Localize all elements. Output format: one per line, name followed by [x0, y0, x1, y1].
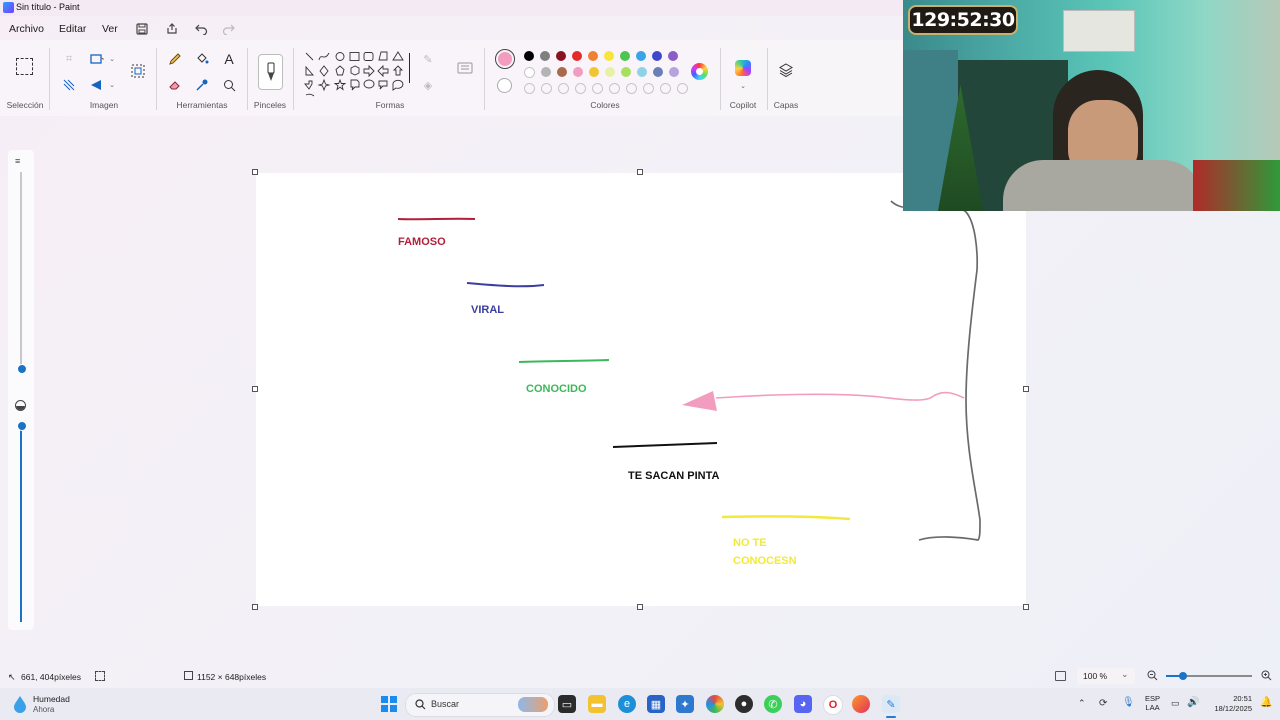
arrow-head: [682, 391, 717, 411]
canvas-size: 1152 × 648píxeles: [197, 672, 267, 682]
zoom-slider[interactable]: [1166, 672, 1252, 680]
label-unknown-line2: CONOCESN: [733, 555, 797, 567]
air-conditioner-shape: [1063, 10, 1135, 52]
known-stroke: [518, 359, 610, 363]
zoom-chevron-down-icon: ⌄: [1121, 669, 1129, 679]
volume-icon[interactable]: 🔊: [1187, 697, 1199, 708]
zoom-in-icon[interactable]: [1261, 670, 1272, 684]
stream-timer-value: 129:52:30: [911, 9, 1015, 31]
zoom-out-icon[interactable]: [1147, 670, 1158, 684]
label-known: CONOCIDO: [526, 383, 587, 395]
weather-title[interactable]: Humedad: [33, 694, 70, 704]
selection-size-icon: [95, 671, 105, 681]
file-explorer-icon[interactable]: ▬: [588, 695, 606, 713]
cursor-position: 661, 404píxeles: [21, 672, 82, 682]
fit-to-window-icon[interactable]: [1055, 671, 1066, 681]
start-windows-icon[interactable]: [381, 696, 397, 712]
cursor-pointer-icon: ↖: [8, 672, 16, 682]
zoom-value: 100 %: [1083, 671, 1108, 681]
language-bottom: LAA: [1145, 703, 1160, 712]
stream-timer: 129:52:30: [908, 5, 1018, 35]
taskbar-search-box[interactable]: Buscar: [405, 693, 555, 717]
edge-icon[interactable]: e: [618, 695, 636, 713]
zoom-select[interactable]: 100 % ⌄: [1077, 668, 1135, 684]
task-view-icon[interactable]: ▭: [558, 695, 576, 713]
label-paint-out: TE SACAN PINTA: [628, 470, 720, 482]
unknown-stroke: [721, 515, 851, 521]
whatsapp-icon[interactable]: ✆: [764, 695, 782, 713]
label-viral: VIRAL: [471, 304, 504, 316]
weather-subtitle: Ahora: [33, 705, 55, 714]
paint-out-stroke: [612, 442, 718, 448]
language-indicator[interactable]: ESP LAA: [1145, 694, 1160, 712]
label-unknown-line1: NO TE: [733, 537, 767, 549]
famous-stroke: [397, 217, 476, 221]
bracket-stroke: [890, 200, 981, 541]
clock[interactable]: 20:51 18/12/2025: [1206, 694, 1252, 714]
canvas-size-icon: [184, 671, 193, 680]
notifications-bell-icon[interactable]: 🔔: [1260, 697, 1272, 708]
label-famous: FAMOSO: [398, 236, 446, 248]
store-icon[interactable]: ▦: [647, 695, 665, 713]
obs-icon[interactable]: ●: [735, 695, 753, 713]
taskbar: [0, 688, 1280, 720]
active-app-indicator: [886, 716, 896, 718]
clock-time: 20:51: [1233, 694, 1252, 703]
bed-shape: [1193, 160, 1280, 211]
chrome-icon[interactable]: [706, 695, 724, 713]
webcam-overlay: 129:52:30: [903, 0, 1280, 211]
network-icon[interactable]: ▭: [1171, 698, 1180, 709]
search-placeholder: Buscar: [431, 699, 460, 709]
tray-chevron-up-icon[interactable]: ⌃: [1078, 698, 1086, 709]
weather-drop-icon[interactable]: [13, 695, 27, 713]
opera-icon[interactable]: O: [823, 695, 843, 715]
search-icon: [415, 699, 426, 710]
arrow-shaft: [715, 391, 965, 401]
sync-icon[interactable]: ⟳: [1099, 698, 1107, 709]
paint-taskbar-icon[interactable]: ✎: [882, 695, 900, 713]
discord-icon[interactable]: ◕: [794, 695, 812, 713]
microphone-icon[interactable]: 🎙: [1122, 697, 1135, 708]
search-highlight-icon: [518, 697, 548, 712]
firefox-icon[interactable]: [852, 695, 870, 713]
app-icon[interactable]: ✦: [676, 695, 694, 713]
viral-stroke: [466, 282, 545, 288]
person-shirt-shape: [1003, 160, 1203, 211]
language-top: ESP: [1145, 694, 1161, 703]
clock-date: 18/12/2025: [1214, 704, 1252, 713]
